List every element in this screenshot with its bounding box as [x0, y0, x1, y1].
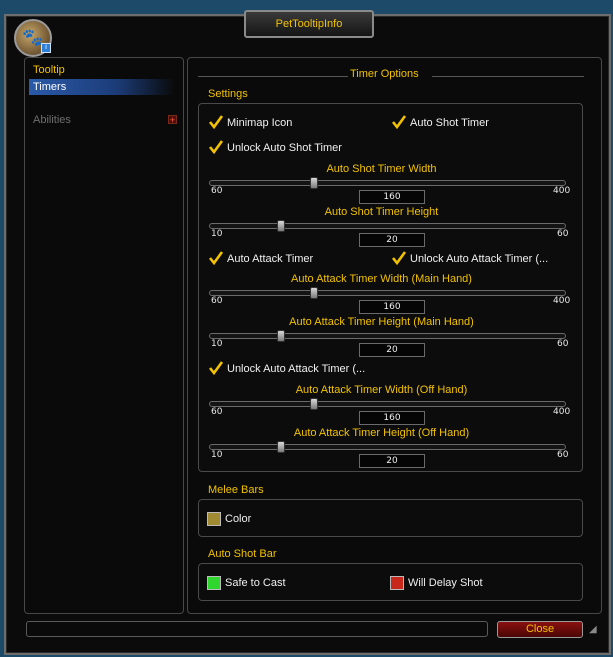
slider-thumb[interactable] [277, 441, 285, 453]
unlock-auto-attack-off-checkbox[interactable]: Unlock Auto Attack Timer (... [208, 361, 366, 376]
sidebar-item-abilities[interactable]: Abilities [29, 112, 175, 128]
melee-bars-title: Melee Bars [208, 484, 264, 496]
auto-shot-bar-title: Auto Shot Bar [208, 548, 277, 560]
aa-height-main-slider[interactable] [209, 330, 566, 342]
checkmark-icon [391, 251, 407, 266]
paw-icon: 🐾 i [14, 19, 52, 57]
sidebar-item-tooltip[interactable]: Tooltip [29, 62, 175, 78]
header-divider-right [432, 76, 584, 77]
unlock-auto-shot-checkbox[interactable]: Unlock Auto Shot Timer [208, 140, 342, 155]
badge-icon: i [41, 43, 51, 53]
checkmark-icon [208, 115, 224, 130]
aa-width-main-slider[interactable] [209, 287, 566, 299]
sidebar: Tooltip Timers Abilities + [24, 57, 184, 614]
auto-shot-height-slider[interactable] [209, 220, 566, 232]
auto-shot-bar-group: Safe to Cast Will Delay Shot [198, 563, 583, 601]
window-title[interactable]: PetTooltipInfo [244, 10, 374, 38]
panel-title: Timer Options [350, 68, 419, 80]
aa-height-main-label: Auto Attack Timer Height (Main Hand) [289, 316, 474, 328]
slider-min: 60 [211, 186, 223, 196]
auto-shot-height-value[interactable]: 20 [359, 233, 425, 247]
slider-min: 10 [211, 229, 223, 239]
slider-min: 60 [211, 296, 223, 306]
checkmark-icon [208, 361, 224, 376]
aa-width-off-value[interactable]: 160 [359, 411, 425, 425]
will-delay-shot-label: Will Delay Shot [408, 577, 483, 589]
aa-height-off-label: Auto Attack Timer Height (Off Hand) [293, 427, 470, 439]
unlock-auto-attack-main-checkbox[interactable]: Unlock Auto Attack Timer (... [391, 251, 549, 266]
checkbox-label: Auto Attack Timer [227, 253, 314, 265]
checkmark-icon [391, 115, 407, 130]
aa-height-main-value[interactable]: 20 [359, 343, 425, 357]
aa-width-off-slider[interactable] [209, 398, 566, 410]
safe-to-cast-swatch[interactable] [207, 576, 221, 590]
settings-group: Minimap Icon Auto Shot Timer Unlock Auto… [198, 103, 583, 472]
checkmark-icon [208, 251, 224, 266]
settings-title: Settings [208, 88, 248, 100]
safe-to-cast-label: Safe to Cast [225, 577, 286, 589]
slider-thumb[interactable] [310, 177, 319, 189]
checkmark-icon [208, 140, 224, 155]
resize-grip-icon[interactable]: ◢ [589, 624, 603, 638]
checkbox-label: Unlock Auto Attack Timer (... [410, 253, 549, 265]
auto-shot-width-label: Auto Shot Timer Width [326, 163, 437, 175]
melee-color-swatch[interactable] [207, 512, 221, 526]
slider-thumb[interactable] [277, 220, 285, 232]
auto-shot-timer-checkbox[interactable]: Auto Shot Timer [391, 115, 489, 130]
minimap-icon-checkbox[interactable]: Minimap Icon [208, 115, 293, 130]
header-divider-left [198, 76, 348, 77]
close-button[interactable]: Close [497, 621, 583, 638]
aa-height-off-value[interactable]: 20 [359, 454, 425, 468]
status-bar [26, 621, 488, 637]
slider-min: 10 [211, 339, 223, 349]
aa-width-main-label: Auto Attack Timer Width (Main Hand) [291, 273, 472, 285]
auto-attack-timer-checkbox[interactable]: Auto Attack Timer [208, 251, 314, 266]
slider-thumb[interactable] [277, 330, 285, 342]
sidebar-item-timers[interactable]: Timers [29, 79, 175, 95]
auto-shot-width-value[interactable]: 160 [359, 190, 425, 204]
aa-width-main-value[interactable]: 160 [359, 300, 425, 314]
auto-shot-height-label: Auto Shot Timer Height [324, 206, 439, 218]
melee-bars-group: Color [198, 499, 583, 537]
timer-options-panel: Timer Options Settings Minimap Icon Auto… [187, 57, 602, 614]
slider-thumb[interactable] [310, 398, 319, 410]
checkbox-label: Unlock Auto Shot Timer [227, 142, 342, 154]
will-delay-shot-swatch[interactable] [390, 576, 404, 590]
aa-width-off-label: Auto Attack Timer Width (Off Hand) [295, 384, 468, 396]
checkbox-label: Minimap Icon [227, 117, 293, 129]
slider-max: 400 [553, 296, 571, 306]
auto-shot-width-slider[interactable] [209, 177, 566, 189]
slider-max: 60 [557, 450, 569, 460]
slider-max: 400 [553, 186, 571, 196]
slider-min: 10 [211, 450, 223, 460]
slider-thumb[interactable] [310, 287, 319, 299]
aa-height-off-slider[interactable] [209, 441, 566, 453]
checkbox-label: Auto Shot Timer [410, 117, 489, 129]
slider-min: 60 [211, 407, 223, 417]
melee-color-label: Color [225, 513, 252, 525]
slider-max: 400 [553, 407, 571, 417]
slider-max: 60 [557, 229, 569, 239]
slider-max: 60 [557, 339, 569, 349]
expand-icon[interactable]: + [168, 115, 177, 125]
checkbox-label: Unlock Auto Attack Timer (... [227, 363, 366, 375]
